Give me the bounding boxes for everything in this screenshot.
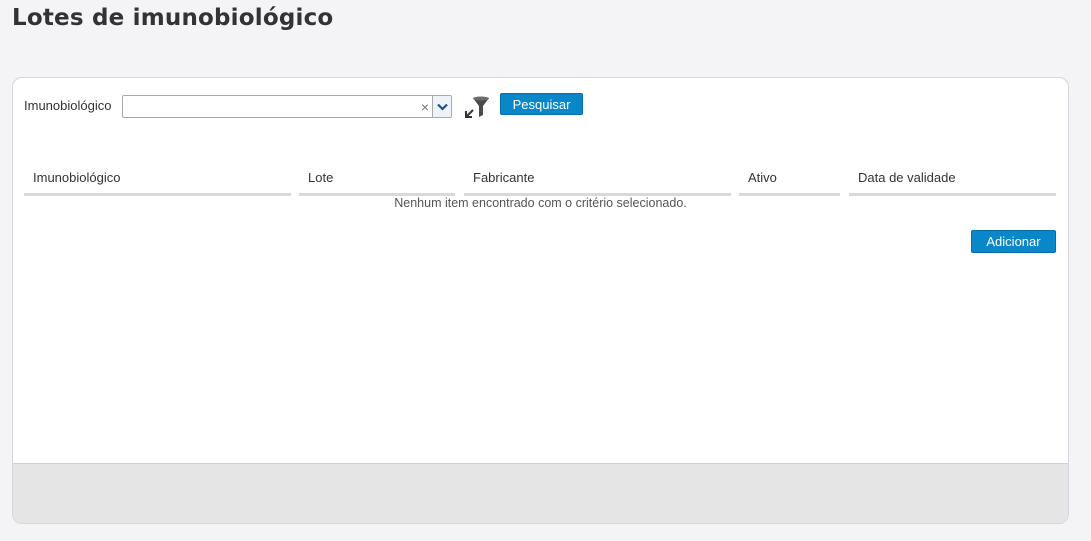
empty-table-message: Nenhum item encontrado com o critério se… xyxy=(394,196,687,210)
page-title: Lotes de imunobiológico xyxy=(12,5,334,31)
close-icon[interactable]: × xyxy=(421,99,429,115)
column-header-lot[interactable]: Lote xyxy=(299,170,455,196)
chevron-down-icon[interactable] xyxy=(432,96,451,117)
filter-icon[interactable] xyxy=(464,95,490,119)
search-button[interactable]: Pesquisar xyxy=(500,93,583,115)
content-panel: Imunobiológico × Pesquisar Imunobiológic… xyxy=(12,77,1069,524)
immunobiological-filter-label: Imunobiológico xyxy=(24,98,112,113)
column-header-expiry-date[interactable]: Data de validade xyxy=(849,170,1056,196)
panel-footer xyxy=(13,463,1068,523)
immunobiological-select[interactable]: × xyxy=(122,95,452,118)
add-button[interactable]: Adicionar xyxy=(971,230,1056,253)
column-header-active[interactable]: Ativo xyxy=(739,170,840,196)
column-header-manufacturer[interactable]: Fabricante xyxy=(464,170,731,196)
column-header-immunobiological[interactable]: Imunobiológico xyxy=(24,170,291,196)
